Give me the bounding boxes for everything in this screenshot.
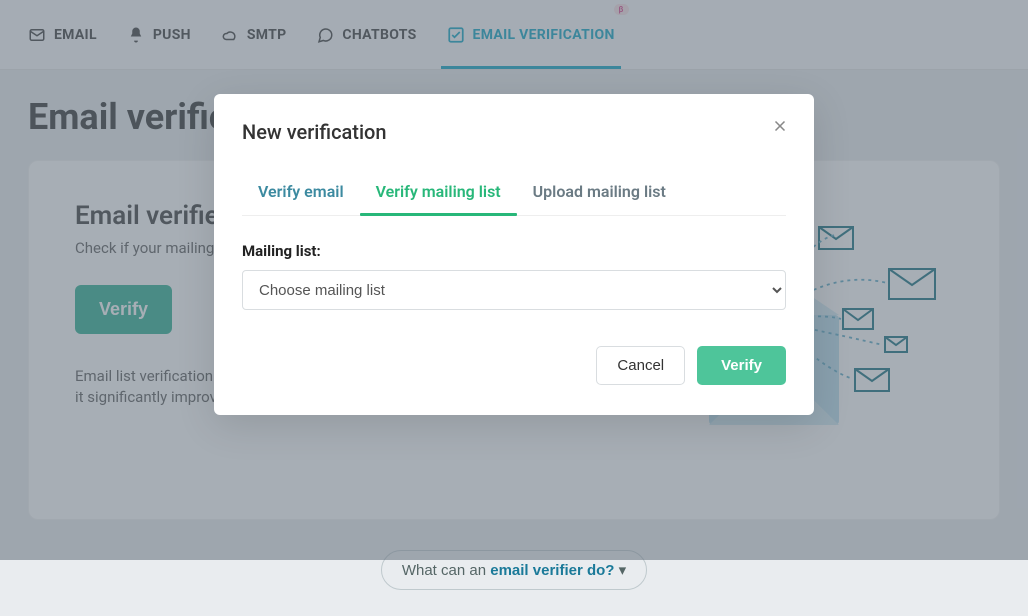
tab-upload-mailing-list[interactable]: Upload mailing list [517,172,682,215]
info-pill-strong: email verifier do? [490,562,614,579]
modal-title: New verification [242,120,786,144]
modal-verify-button[interactable]: Verify [697,346,786,385]
modal-actions: Cancel Verify [242,346,786,385]
tab-verify-email[interactable]: Verify email [242,172,360,215]
chevron-down-icon: ▾ [619,562,627,579]
mailing-list-select[interactable]: Choose mailing list [242,270,786,310]
modal-overlay[interactable]: New verification Verify email Verify mai… [0,0,1028,560]
cancel-button[interactable]: Cancel [596,346,685,385]
close-button[interactable] [768,114,792,138]
mailing-list-label: Mailing list: [242,242,786,260]
new-verification-modal: New verification Verify email Verify mai… [214,94,814,415]
close-icon [771,117,789,135]
info-pill-prefix: What can an [402,562,490,579]
modal-tabs: Verify email Verify mailing list Upload … [242,172,786,216]
tab-verify-mailing-list[interactable]: Verify mailing list [360,172,517,215]
